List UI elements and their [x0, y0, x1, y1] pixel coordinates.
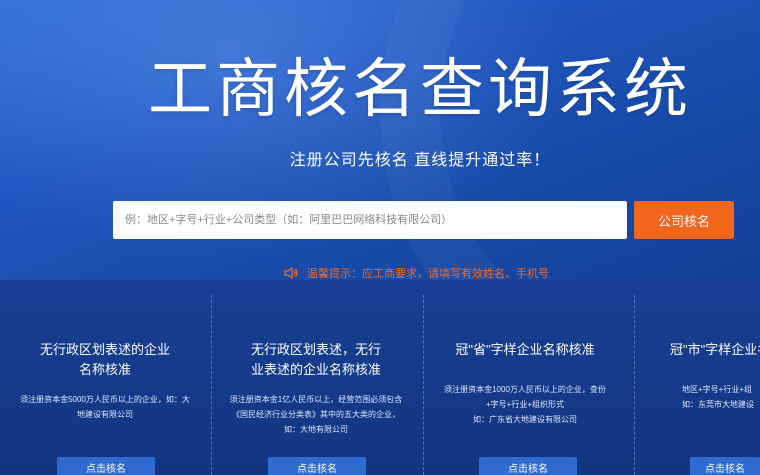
search-box — [113, 201, 627, 239]
check-name-button[interactable]: 点击核名 — [690, 457, 760, 475]
check-name-button[interactable]: 点击核名 — [479, 457, 577, 475]
service-card-province: 冠"省"字样企业名称核准 须注册资本金1000万人民币以上的企业，查份 +字号+… — [425, 340, 625, 427]
card-title: 冠"市"字样企业名 — [670, 342, 760, 357]
column-divider — [423, 295, 424, 475]
column-divider — [211, 295, 212, 475]
service-card-city: 冠"市"字样企业名 地区+字号+行业+组 如：东莞市大地建设 — [636, 340, 760, 412]
service-card-no-region: 无行政区划表述的企业 名称核准 须注册资本金5000万人民币以上的企业，如：大 … — [5, 340, 205, 422]
company-check-button[interactable]: 公司核名 — [634, 201, 734, 239]
notice-tip: 温馨提示：应工商要求，请填写有效姓名、手机号 — [283, 263, 549, 283]
card-title: 无行政区划表述，无行 业表述的企业名称核准 — [250, 342, 381, 377]
notice-tip-text: 温馨提示：应工商要求，请填写有效姓名、手机号 — [307, 268, 549, 280]
card-description: 地区+字号+行业+组 如：东莞市大地建设 — [682, 385, 754, 409]
card-description: 须注册资本金5000万人民币以上的企业，如：大 地建设有限公司 — [20, 395, 190, 419]
card-title: 无行政区划表述的企业 名称核准 — [39, 342, 170, 377]
card-title: 冠"省"字样企业名称核准 — [455, 342, 595, 357]
column-divider — [634, 295, 635, 475]
page-subtitle: 注册公司先核名 直线提升通过率！ — [289, 152, 551, 169]
card-description: 须注册资本金1000万人民币以上的企业，查份 +字号+行业+组织形式 如：广东省… — [444, 385, 606, 424]
company-name-search-input[interactable] — [113, 201, 627, 239]
service-card-no-region-no-industry: 无行政区划表述，无行 业表述的企业名称核准 须注册资本金1亿人民币以上，经营范围… — [216, 340, 416, 437]
check-name-button[interactable]: 点击核名 — [57, 457, 155, 475]
check-name-button[interactable]: 点击核名 — [268, 457, 366, 475]
speaker-icon — [284, 267, 298, 279]
card-description: 须注册资本金1亿人民币以上，经营范围必须包含 《国民经济行业分类表》其中的五大类… — [229, 395, 403, 434]
page-title: 工商核名查询系统 — [148, 53, 692, 127]
